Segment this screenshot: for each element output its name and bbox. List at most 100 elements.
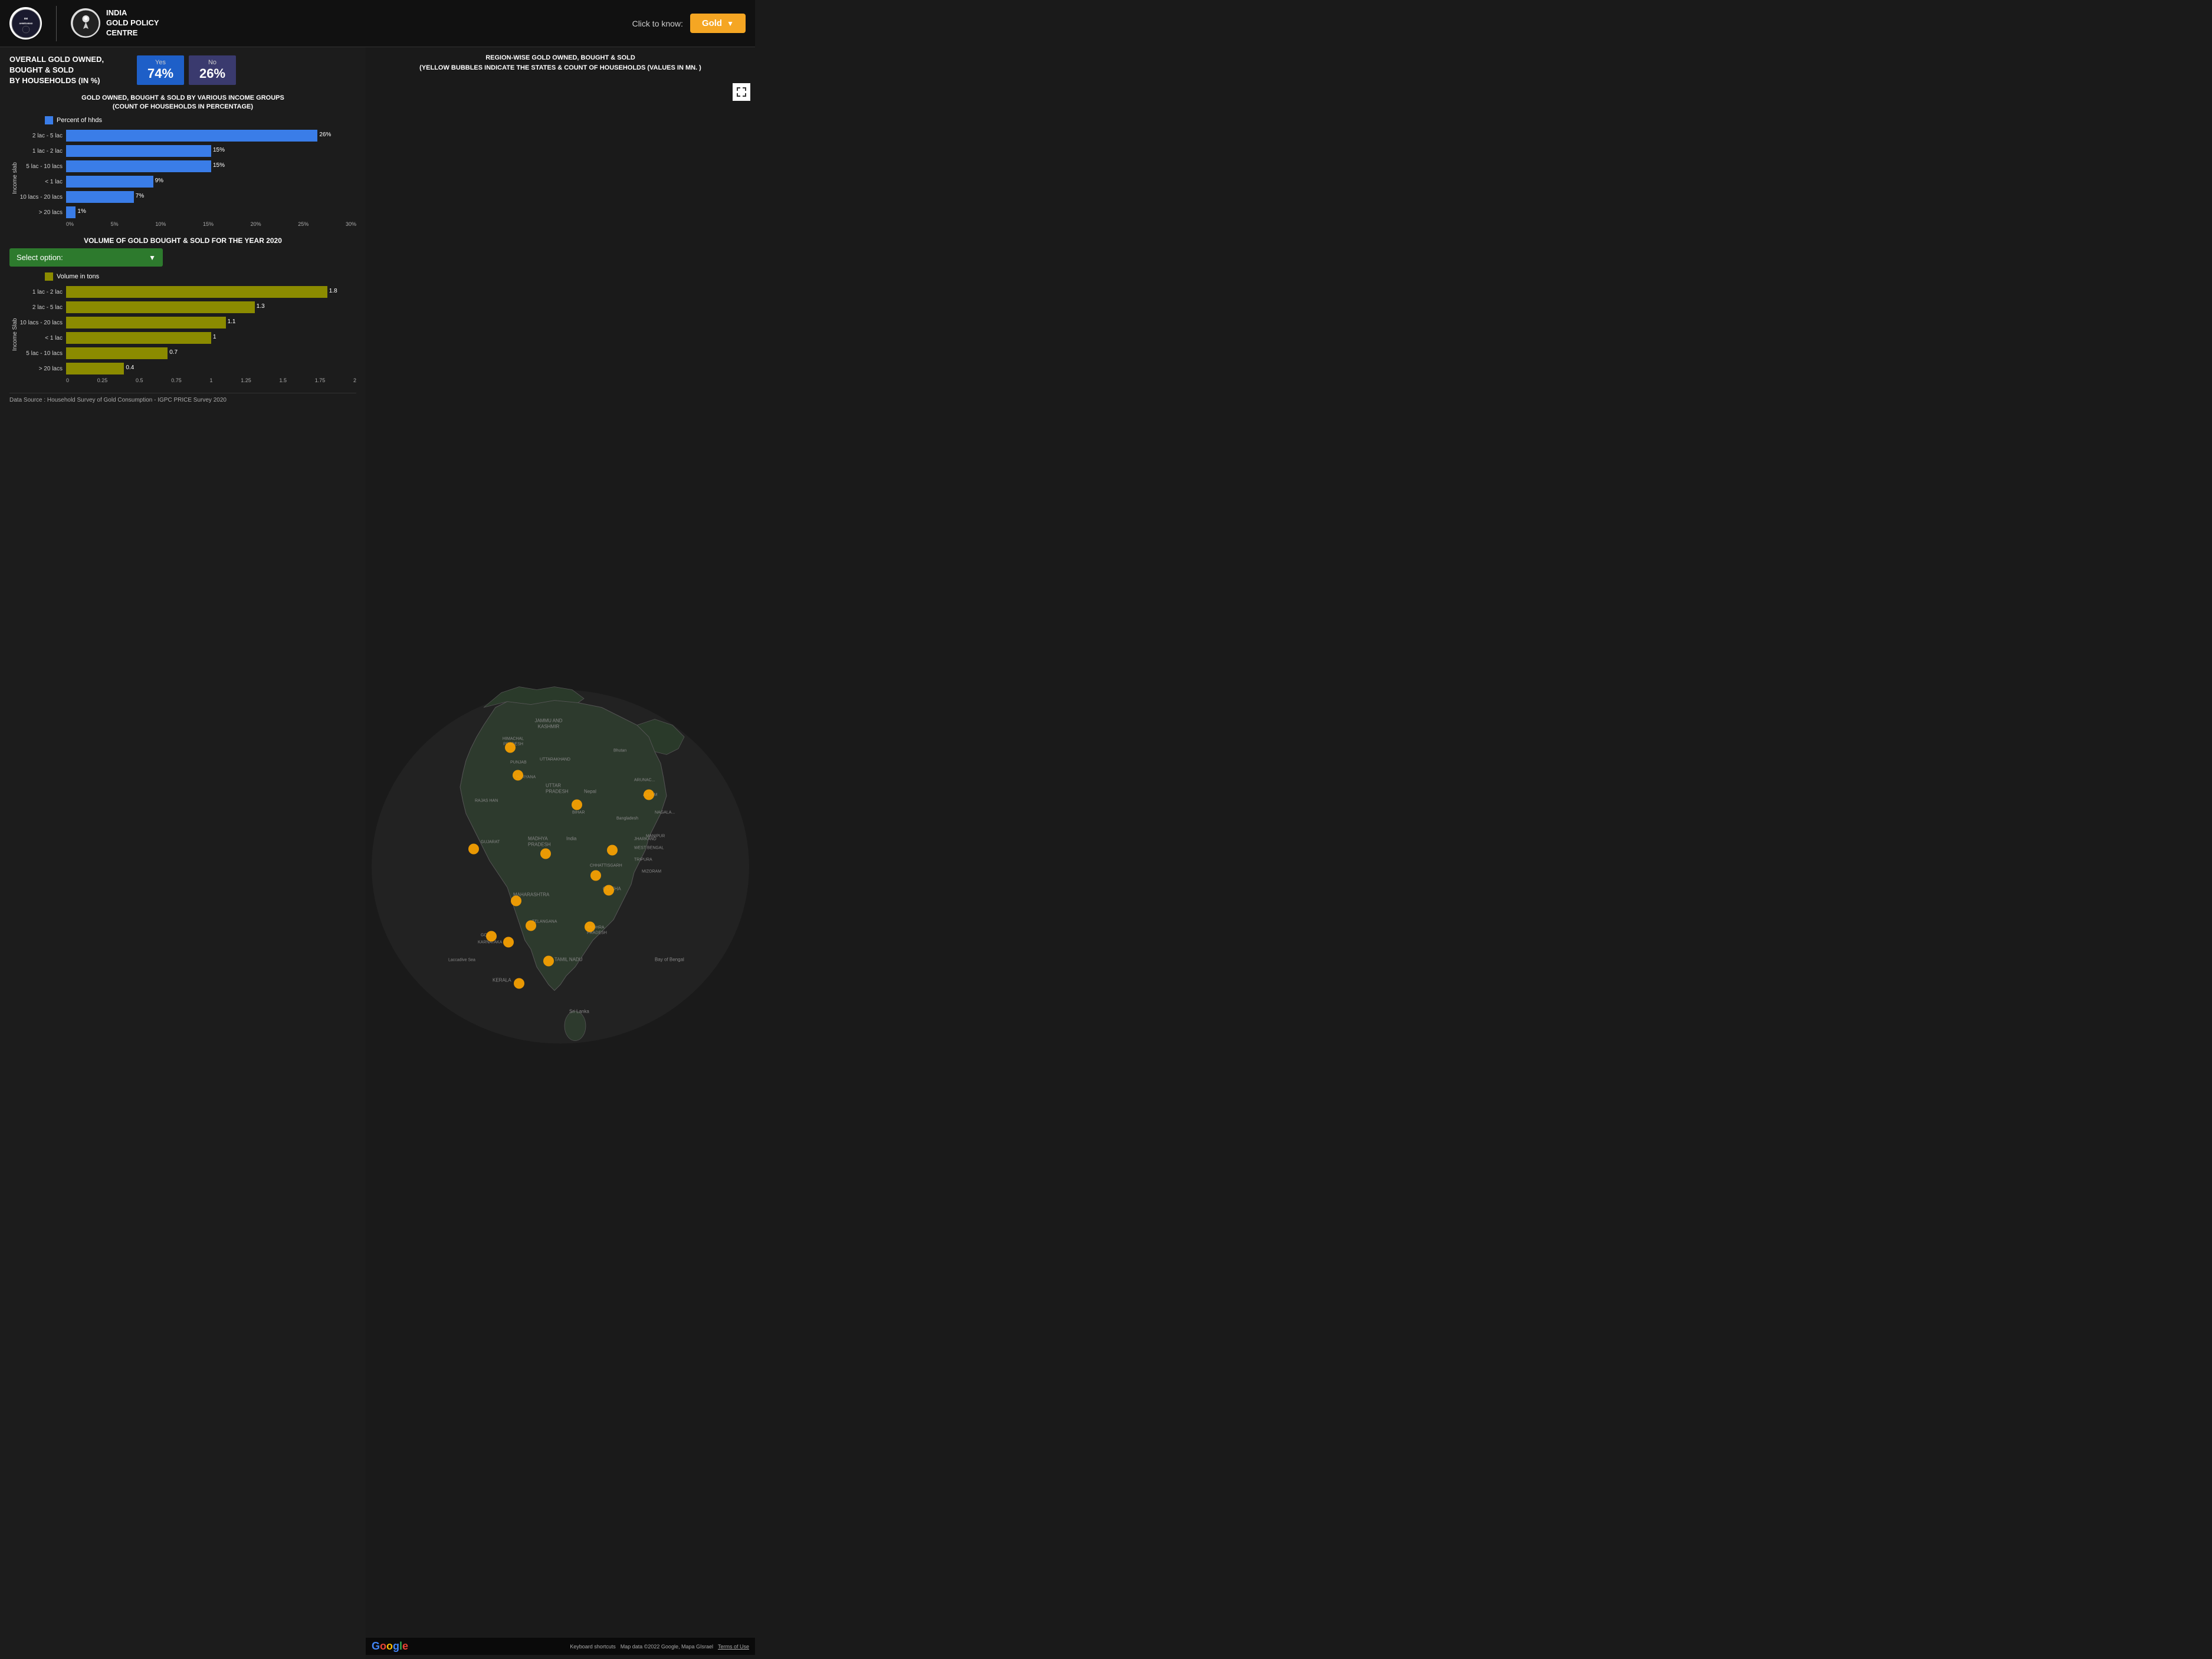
volume-x-tick: 1.5 — [279, 377, 287, 383]
google-logo: Google — [372, 1640, 408, 1653]
expand-icon — [737, 87, 746, 97]
overall-section: OVERALL GOLD OWNED, BOUGHT & SOLD BY HOU… — [9, 54, 356, 87]
header-right: Click to know: Gold ▼ — [632, 14, 746, 33]
bar-value: 26% — [317, 132, 331, 138]
volume-bar-background: 1 — [66, 332, 356, 344]
svg-text:MIZORAM: MIZORAM — [642, 870, 661, 874]
bar-background: 7% — [66, 191, 356, 203]
gold-dropdown[interactable]: Gold ▼ — [690, 14, 746, 33]
volume-area: 1 lac - 2 lac 1.8 2 lac - 5 lac 1.3 10 l… — [19, 285, 356, 383]
x-tick: 0% — [66, 221, 74, 227]
svg-text:PRADESH: PRADESH — [546, 789, 569, 794]
svg-text:TAMIL NADU: TAMIL NADU — [554, 957, 583, 962]
yes-label: Yes — [146, 59, 175, 66]
main-layout: OVERALL GOLD OWNED, BOUGHT & SOLD BY HOU… — [0, 47, 755, 1659]
volume-bar-row: 2 lac - 5 lac 1.3 — [19, 301, 356, 314]
volume-bar-row: 1 lac - 2 lac 1.8 — [19, 285, 356, 298]
volume-bar-row: 5 lac - 10 lacs 0.7 — [19, 347, 356, 360]
x-tick: 15% — [203, 221, 214, 227]
volume-bar-value: 0.7 — [168, 349, 178, 356]
chart1-area: 2 lac - 5 lac 26% 1 lac - 2 lac 15% 5 la… — [19, 129, 356, 227]
volume-x-tick: 1.75 — [315, 377, 326, 383]
map-footer: Google Keyboard shortcuts Map data ©2022… — [366, 1638, 755, 1655]
bar-background: 26% — [66, 130, 356, 142]
dropdown-arrow-icon: ▼ — [149, 254, 156, 262]
chevron-down-icon: ▼ — [727, 19, 734, 28]
svg-text:TELANGANA: TELANGANA — [532, 920, 557, 924]
svg-text:AHMEDABAD: AHMEDABAD — [19, 22, 32, 25]
bar-label: 5 lac - 10 lacs — [19, 163, 66, 170]
igpc-icon — [71, 8, 100, 38]
svg-text:ARUNAC...: ARUNAC... — [634, 778, 655, 783]
svg-text:NAGALA...: NAGALA... — [655, 811, 675, 815]
bar-fill — [66, 160, 211, 172]
bar-label: 1 lac - 2 lac — [19, 148, 66, 155]
volume-bar-background: 1.8 — [66, 286, 356, 298]
chart1-bar-row: 10 lacs - 20 lacs 7% — [19, 190, 356, 203]
map-expand-button[interactable] — [733, 83, 750, 101]
volume-bar-label: > 20 lacs — [19, 366, 66, 372]
blue-legend-color — [45, 116, 53, 124]
chart1-legend-label: Percent of hhds — [57, 117, 102, 124]
svg-text:Nepal: Nepal — [584, 789, 596, 794]
igpc-logo: INDIA GOLD POLICY CENTRE — [71, 8, 159, 38]
volume-x-tick: 1 — [209, 377, 212, 383]
bar-background: 9% — [66, 176, 356, 188]
yes-value: 74% — [146, 66, 175, 81]
bar-label: 2 lac - 5 lac — [19, 133, 66, 139]
svg-text:UTTARAKHAND: UTTARAKHAND — [540, 758, 570, 762]
no-label: No — [198, 59, 227, 66]
svg-text:Bangladesh: Bangladesh — [616, 817, 638, 821]
volume-bar-fill — [66, 363, 124, 374]
volume-bars: Income Slab 1 lac - 2 lac 1.8 2 lac - 5 … — [9, 285, 356, 383]
svg-text:CHHATTISGARH: CHHATTISGARH — [590, 864, 622, 868]
volume-x-tick: 0.75 — [171, 377, 182, 383]
x-tick: 5% — [111, 221, 119, 227]
bar-value: 9% — [153, 178, 163, 184]
bar-label: 10 lacs - 20 lacs — [19, 194, 66, 201]
chart1-bar-row: 5 lac - 10 lacs 15% — [19, 160, 356, 173]
volume-bar-background: 0.4 — [66, 363, 356, 374]
chart1-bar-row: < 1 lac 9% — [19, 175, 356, 188]
igpc-title: INDIA GOLD POLICY CENTRE — [106, 8, 159, 38]
chart1-bars: Income slab 2 lac - 5 lac 26% 1 lac - 2 … — [9, 129, 356, 227]
svg-text:BIHAR: BIHAR — [572, 811, 585, 815]
volume-bar-value: 1 — [211, 334, 216, 340]
bar-fill — [66, 191, 134, 203]
volume-bar-fill — [66, 317, 226, 328]
svg-text:Bhutan: Bhutan — [613, 749, 626, 753]
overall-title: OVERALL GOLD OWNED, BOUGHT & SOLD BY HOU… — [9, 54, 127, 87]
select-option-dropdown[interactable]: Select option: ▼ — [9, 248, 163, 267]
volume-legend: Volume in tons — [45, 272, 356, 281]
x-tick: 25% — [298, 221, 309, 227]
keyboard-shortcuts[interactable]: Keyboard shortcuts — [570, 1644, 616, 1650]
chart1-bar-row: 2 lac - 5 lac 26% — [19, 129, 356, 142]
india-map: JAMMU AND KASHMIR HIMACHAL PRADESH PUNJA… — [366, 78, 755, 1655]
volume-bar-label: 1 lac - 2 lac — [19, 289, 66, 295]
svg-text:MADHYA: MADHYA — [528, 836, 548, 842]
svg-text:KASHMIR: KASHMIR — [538, 724, 560, 730]
svg-text:IIM: IIM — [24, 17, 28, 20]
volume-bar-row: > 20 lacs 0.4 — [19, 362, 356, 375]
x-tick: 30% — [346, 221, 356, 227]
bar-value: 15% — [211, 162, 225, 169]
map-container: JAMMU AND KASHMIR HIMACHAL PRADESH PUNJA… — [366, 78, 755, 1655]
no-value: 26% — [198, 66, 227, 81]
bar-fill — [66, 176, 153, 188]
volume-bar-value: 1.8 — [327, 288, 337, 294]
header-logos: IIM AHMEDABAD INDIA GOLD POLICY CENTRE — [9, 6, 159, 41]
svg-text:GUJARAT: GUJARAT — [481, 840, 500, 845]
volume-bar-fill — [66, 286, 327, 298]
volume-title: VOLUME OF GOLD BOUGHT & SOLD FOR THE YEA… — [9, 236, 356, 245]
volume-bar-label: 10 lacs - 20 lacs — [19, 320, 66, 326]
volume-legend-label: Volume in tons — [57, 273, 99, 280]
chart1-bar-row: 1 lac - 2 lac 15% — [19, 144, 356, 157]
terms-of-use-link[interactable]: Terms of Use — [718, 1644, 749, 1650]
volume-bar-value: 0.4 — [124, 364, 134, 371]
bar-value: 15% — [211, 147, 225, 153]
volume-bar-row: < 1 lac 1 — [19, 331, 356, 344]
svg-text:JHARKAND: JHARKAND — [634, 837, 657, 842]
map-title: REGION-WISE GOLD OWNED, BOUGHT & SOLD (Y… — [366, 47, 755, 78]
right-panel: REGION-WISE GOLD OWNED, BOUGHT & SOLD (Y… — [366, 47, 755, 1659]
volume-section: VOLUME OF GOLD BOUGHT & SOLD FOR THE YEA… — [9, 236, 356, 383]
